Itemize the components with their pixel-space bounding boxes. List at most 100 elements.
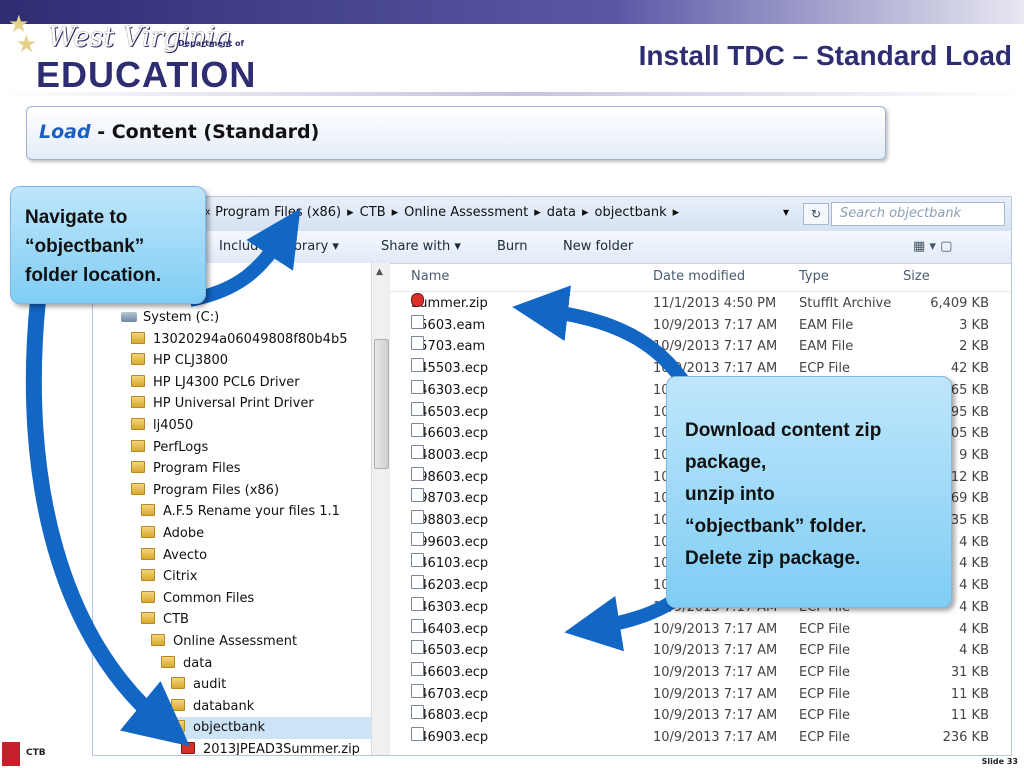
tree-item-label: Program Files [153,461,241,477]
tree-item[interactable]: data [161,653,212,675]
tree-item[interactable]: audit [171,674,226,696]
file-row[interactable]: 646703.ecp 10/9/2013 7:17 AM ECP File 11 KB [389,683,1011,706]
tree-item[interactable]: Program Files (x86) [131,480,279,502]
file-icon [411,727,424,741]
column-size[interactable]: Size [903,269,930,284]
tree-item[interactable]: Citrix [141,566,197,588]
file-row[interactable]: Summer.zip 11/1/2013 4:50 PM StuffIt Archi… [389,293,1011,315]
mcgraw-hill-logo [2,742,20,766]
column-name[interactable]: Name [411,269,449,284]
slide-number: Slide 33 [981,757,1018,766]
tree-item[interactable]: Online Assessment [151,631,297,653]
file-name-cell: Summer.zip [411,293,488,314]
tree-item[interactable]: 2013JPEAD3Summer.zip [181,739,360,755]
folder-icon [171,677,185,690]
tree-item[interactable]: Adobe [141,523,204,545]
breadcrumb-item[interactable]: CTB [360,205,386,220]
tree-item[interactable]: lj4050 [131,415,193,437]
refresh-icon[interactable]: ↻ [803,203,829,225]
column-type[interactable]: Type [799,269,829,284]
tree-item-label: A.F.5 Rename your files 1.1 [163,504,340,520]
logo-script: West Virginia [48,22,232,53]
tree-item[interactable]: HP LJ4300 PCL6 Driver [131,372,300,394]
breadcrumb-separator-icon[interactable]: ▸ [534,205,541,220]
scroll-up-icon[interactable]: ▲ [376,267,383,277]
breadcrumb-separator-icon[interactable]: ▸ [582,205,589,220]
file-name-cell: 75603.eam [411,314,485,336]
file-row[interactable]: 646403.ecp 10/9/2013 7:17 AM ECP File 4 KB [389,618,1011,641]
file-name-cell: 146303.ecp [411,379,488,401]
tree-scrollbar[interactable]: ▲ [371,263,390,755]
breadcrumb-separator-icon[interactable]: ▸ [673,205,680,220]
subtitle-bar: Load - Content (Standard) [26,106,886,160]
file-icon [411,466,424,481]
file-row[interactable]: 646503.ecp 10/9/2013 7:17 AM ECP File 4 KB [389,640,1011,662]
search-input[interactable]: Search objectbank [831,202,1005,226]
chevron-down-icon[interactable]: ▾ [783,205,789,219]
callout-line: Navigate to [25,207,128,228]
tree-item[interactable]: databank [171,696,254,718]
tree-item[interactable]: HP CLJ3800 [131,350,228,372]
tree-item[interactable]: Program Files [131,458,241,480]
column-date[interactable]: Date modified [653,269,745,284]
file-size: 2 KB [959,339,989,355]
breadcrumb-item[interactable]: objectbank [595,205,667,220]
new-folder-button[interactable]: New folder [563,239,633,254]
file-row[interactable]: 75603.eam 10/9/2013 7:17 AM EAM File 3 KB [389,314,1011,337]
file-type: ECP File [799,708,851,724]
file-size: 11 KB [950,708,989,724]
tree-item[interactable]: 13020294a06049808f80b4b5 [131,329,347,351]
subtitle-emphasis: Load [39,121,91,143]
file-type: EAM File [799,339,854,355]
tree-item[interactable]: objectbank [171,717,371,740]
slide-header: ★ ★ West Virginia Department of EDUCATIO… [0,0,1024,100]
tree-item-label: System (C:) [143,310,220,325]
file-row[interactable]: 646803.ecp 10/9/2013 7:17 AM ECP File 11 KB [389,705,1011,727]
file-icon [411,444,424,459]
scrollbar-thumb[interactable] [374,339,389,469]
file-date: 10/9/2013 7:17 AM [653,621,778,637]
tree-item[interactable]: Avecto [141,545,207,567]
download-callout: Download content zip package, unzip into “o… [666,376,952,608]
breadcrumb-separator-icon[interactable]: ▸ [347,205,354,220]
tree-item[interactable]: PerfLogs [131,437,208,459]
folder-icon [131,353,145,366]
share-with-button[interactable]: Share with ▾ [381,239,461,254]
tree-item[interactable]: Common Files [141,588,254,610]
tree-item-label: lj4050 [153,418,194,433]
include-in-library-button[interactable]: Include in library ▾ [219,239,339,254]
file-name-cell: 646103.ecp [411,553,488,574]
tree-item-label: HP LJ4300 PCL6 Driver [153,374,300,390]
view-options-icon[interactable]: ▦ ▾ ▢ [913,239,952,254]
breadcrumb-separator-icon[interactable]: ▸ [392,205,399,220]
breadcrumb-item[interactable]: Program Files (x86) [215,205,341,220]
file-name-cell: 646803.ecp [411,705,488,726]
file-date: 10/9/2013 7:17 AM [653,317,778,333]
tree-item-label: CTB [163,612,189,628]
tree-item[interactable]: A.F.5 Rename your files 1.1 [141,501,340,523]
subtitle-rest: - Content (Standard) [90,121,320,143]
file-row[interactable]: 75703.eam 10/9/2013 7:17 AM EAM File 2 KB [389,336,1011,358]
folder-icon [161,655,175,668]
file-row[interactable]: 646903.ecp 10/9/2013 7:17 AM ECP File 236 K… [389,727,1011,749]
folder-icon [131,461,145,474]
tree-item[interactable]: HP Universal Print Driver [131,393,314,415]
file-size: 4 KB [959,643,989,659]
breadcrumb[interactable]: « Program Files (x86) ▸ CTB ▸ Online Assessm… [203,205,685,220]
footer-brand: CTB [26,748,46,758]
tree-item[interactable]: CTB [141,609,189,631]
callout-line: Delete zip package. [685,548,861,569]
slide-title: Install TDC – Standard Load [638,40,1012,71]
folder-icon [131,331,145,344]
file-icon [411,401,424,416]
breadcrumb-item[interactable]: data [547,205,576,220]
callout-line: “objectbank” folder. [685,516,867,537]
explorer-toolbar: Include in library ▾ Share with ▾ Burn N… [93,231,1011,264]
search-placeholder: Search objectbank [840,206,962,221]
folder-icon [141,590,155,603]
tree-item[interactable]: System (C:) [121,307,219,329]
folder-icon [131,374,145,387]
burn-button[interactable]: Burn [497,239,528,254]
breadcrumb-item[interactable]: Online Assessment [404,205,528,220]
file-row[interactable]: 646603.ecp 10/9/2013 7:17 AM ECP File 31 KB [389,661,1011,684]
